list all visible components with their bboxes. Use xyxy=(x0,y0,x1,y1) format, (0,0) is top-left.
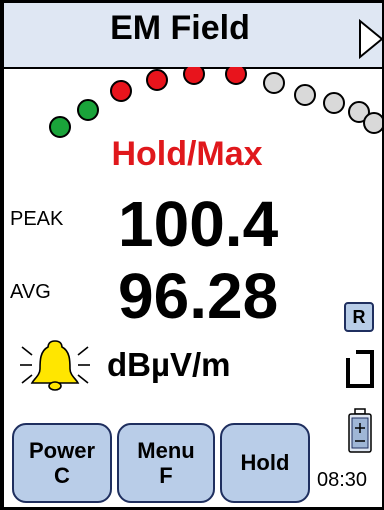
power-button[interactable]: Power C xyxy=(12,423,112,503)
led-3 xyxy=(110,80,132,102)
menu-button[interactable]: Menu F xyxy=(117,423,215,503)
led-6 xyxy=(225,67,247,85)
led-9 xyxy=(323,92,345,114)
menu-button-sub: F xyxy=(159,463,173,488)
r-button[interactable]: R xyxy=(344,302,374,332)
avg-value: 96.28 xyxy=(118,260,279,332)
peak-label: PEAK xyxy=(10,208,64,230)
led-5 xyxy=(183,67,205,85)
power-button-sub: C xyxy=(54,463,70,488)
led-8 xyxy=(294,84,316,106)
avg-label: AVG xyxy=(10,281,51,303)
led-7 xyxy=(263,72,285,94)
mode-label: Hold/Max xyxy=(111,135,263,173)
peak-value: 100.4 xyxy=(118,188,279,260)
play-triangle-icon[interactable] xyxy=(358,19,384,59)
bell-alarm-icon xyxy=(20,340,90,391)
unit-label: dBµV/m xyxy=(107,346,231,383)
app-title: EM Field xyxy=(110,9,250,47)
led-2 xyxy=(77,99,99,121)
led-4 xyxy=(146,69,168,91)
clock: 08:30 xyxy=(317,469,368,491)
power-button-label: Power xyxy=(28,437,96,463)
led-1 xyxy=(49,116,71,138)
menu-button-label: Menu xyxy=(137,437,195,463)
hold-button-label: Hold xyxy=(240,450,290,476)
title-bar: EM Field xyxy=(4,3,384,69)
hold-button[interactable]: Hold xyxy=(220,423,310,503)
sd-card-icon xyxy=(346,350,374,388)
battery-icon xyxy=(348,408,372,453)
led-11 xyxy=(363,112,382,134)
meter-screen: EM Field Hold/Max PEAK 100.4 AVG 96.28 d… xyxy=(0,0,384,510)
